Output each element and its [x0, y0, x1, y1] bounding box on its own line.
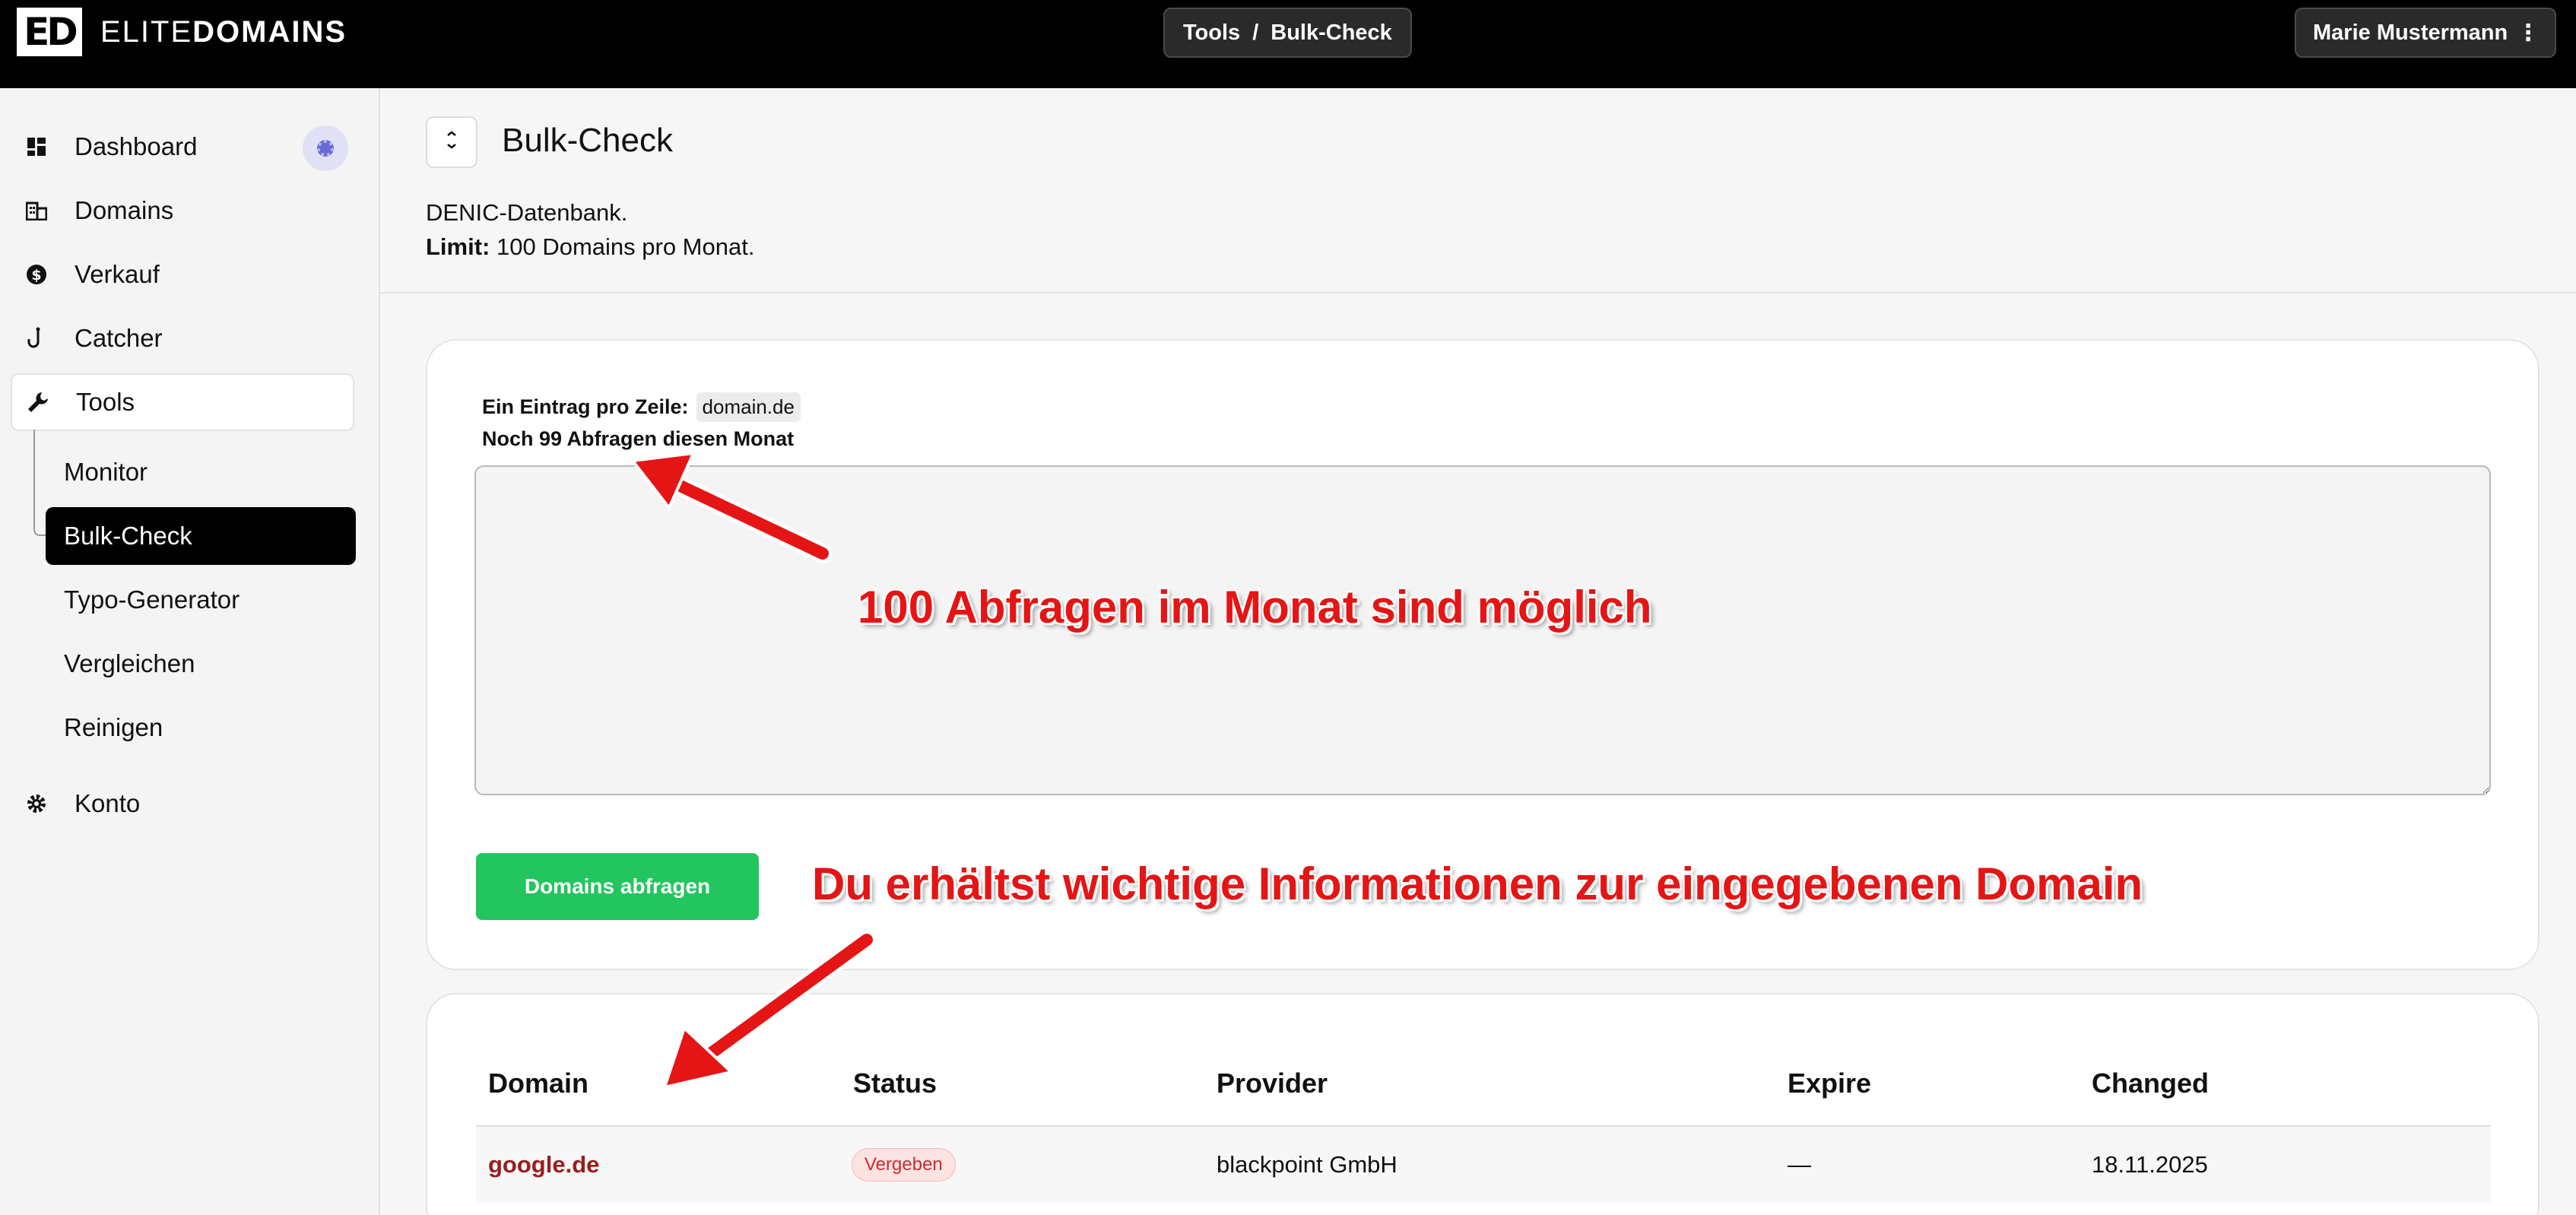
annotation-text-bottom: Du erhältst wichtige Informationen zur e… — [812, 858, 2143, 909]
annotation-text-top: 100 Abfragen im Monat sind möglich — [858, 582, 1652, 633]
annotation-arrow-top — [630, 451, 833, 563]
annotation-arrow-bottom — [661, 930, 877, 1090]
